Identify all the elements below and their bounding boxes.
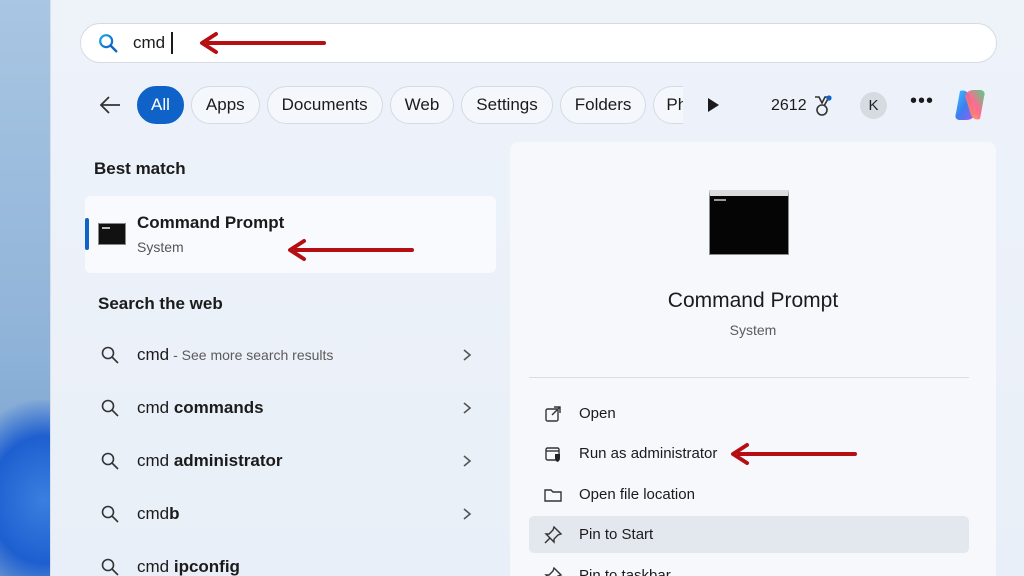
details-subtitle: System — [729, 322, 777, 338]
best-match-subtitle: System — [137, 239, 184, 255]
web-result-text: cmd administrator — [137, 451, 283, 470]
web-result-hint: - See more search results — [173, 347, 334, 363]
open-file-location-action[interactable]: Open file location — [529, 476, 969, 513]
open-external-icon — [545, 405, 561, 422]
filter-chip-settings[interactable]: Settings — [461, 86, 553, 124]
pin-to-start-action[interactable]: Pin to Start — [529, 516, 969, 553]
rewards-points-value: 2612 — [771, 97, 807, 114]
annotation-arrow-run-as-admin — [731, 443, 857, 465]
filter-chip-photos[interactable]: Ph — [653, 86, 684, 124]
filter-chip-documents[interactable]: Documents — [266, 86, 383, 124]
web-result-item[interactable]: cmd administrator — [100, 444, 480, 478]
shield-icon — [545, 446, 560, 462]
chevron-right-icon — [463, 455, 472, 467]
search-icon — [101, 346, 119, 364]
open-action[interactable]: Open — [529, 395, 969, 432]
result-details-panel: Command Prompt System Open Run as admini… — [510, 142, 996, 576]
account-avatar[interactable]: K — [860, 92, 887, 119]
search-input[interactable] — [133, 33, 173, 53]
web-result-text: cmd — [137, 345, 170, 364]
search-icon — [101, 505, 119, 523]
arrow-left-icon — [99, 96, 120, 114]
chevron-right-icon — [463, 402, 472, 414]
search-icon — [101, 452, 119, 470]
pin-icon — [544, 566, 563, 576]
search-icon — [99, 34, 118, 53]
search-icon — [101, 399, 119, 417]
web-result-item[interactable]: cmd commands — [100, 391, 480, 425]
web-result-item[interactable]: cmd - See more search results — [100, 338, 480, 372]
copilot-icon[interactable] — [951, 86, 989, 124]
best-match-name: Command Prompt — [137, 213, 285, 232]
play-icon[interactable] — [703, 95, 723, 115]
chevron-right-icon — [463, 349, 472, 361]
annotation-arrow-best-match — [288, 239, 414, 261]
more-options-icon[interactable]: ••• — [910, 91, 934, 116]
selection-indicator — [85, 218, 89, 250]
rewards-medal-icon — [814, 95, 832, 116]
divider — [529, 377, 969, 378]
web-result-text: cmd commands — [137, 398, 264, 417]
filter-chip-all[interactable]: All — [137, 86, 184, 124]
annotation-arrow-search — [200, 32, 326, 54]
pin-icon — [544, 525, 563, 544]
filter-bar: All Apps Documents Web Settings Folders … — [93, 85, 690, 125]
search-icon — [101, 558, 119, 576]
web-result-text: cmdb — [137, 504, 180, 523]
web-result-item[interactable]: cmd ipconfig — [100, 550, 480, 576]
filter-chip-web[interactable]: Web — [389, 86, 455, 124]
filter-chip-apps[interactable]: Apps — [190, 86, 260, 124]
filter-chip-folders[interactable]: Folders — [559, 86, 647, 124]
web-result-item[interactable]: cmdb — [100, 497, 480, 531]
best-match-heading: Best match — [94, 159, 186, 178]
web-result-text: cmd ipconfig — [137, 557, 240, 576]
command-prompt-icon — [98, 223, 126, 245]
rewards-points[interactable]: 2612 — [771, 95, 832, 117]
folder-icon — [544, 488, 562, 502]
back-button[interactable] — [93, 88, 127, 122]
chevron-right-icon — [463, 508, 472, 520]
details-title: Command Prompt — [667, 289, 839, 312]
pin-to-taskbar-action[interactable]: Pin to taskbar — [529, 557, 969, 576]
command-prompt-large-icon — [709, 190, 789, 255]
text-caret — [171, 32, 173, 54]
search-web-heading: Search the web — [98, 294, 223, 313]
